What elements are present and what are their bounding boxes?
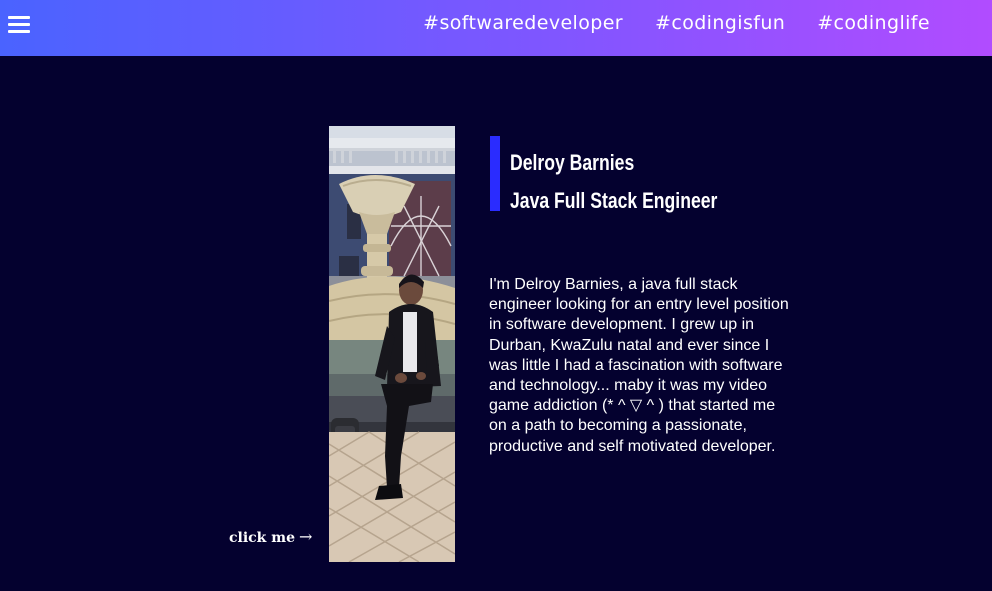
click-me-link[interactable]: click me → — [229, 527, 312, 546]
profile-name: Delroy Barnies — [510, 150, 635, 175]
click-me-label: click me — [229, 530, 295, 546]
profile-bio: I'm Delroy Barnies, a java full stack en… — [489, 276, 789, 455]
menu-line — [8, 23, 30, 26]
menu-line — [8, 16, 30, 19]
hamburger-menu-icon[interactable] — [8, 16, 30, 34]
top-header: #softwaredeveloper #codingisfun #codingl… — [0, 0, 992, 56]
hashtag-coding-life[interactable]: #codinglife — [817, 12, 930, 34]
hashtag-nav: #softwaredeveloper #codingisfun #codingl… — [423, 12, 930, 34]
title-accent-bar — [490, 136, 500, 211]
profile-role: Java Full Stack Engineer — [510, 188, 718, 213]
hashtag-coding-is-fun[interactable]: #codingisfun — [655, 12, 785, 34]
menu-line — [8, 30, 30, 33]
right-arrow-icon: → — [298, 527, 313, 546]
profile-photo — [329, 126, 455, 562]
hashtag-software-developer[interactable]: #softwaredeveloper — [423, 12, 623, 34]
